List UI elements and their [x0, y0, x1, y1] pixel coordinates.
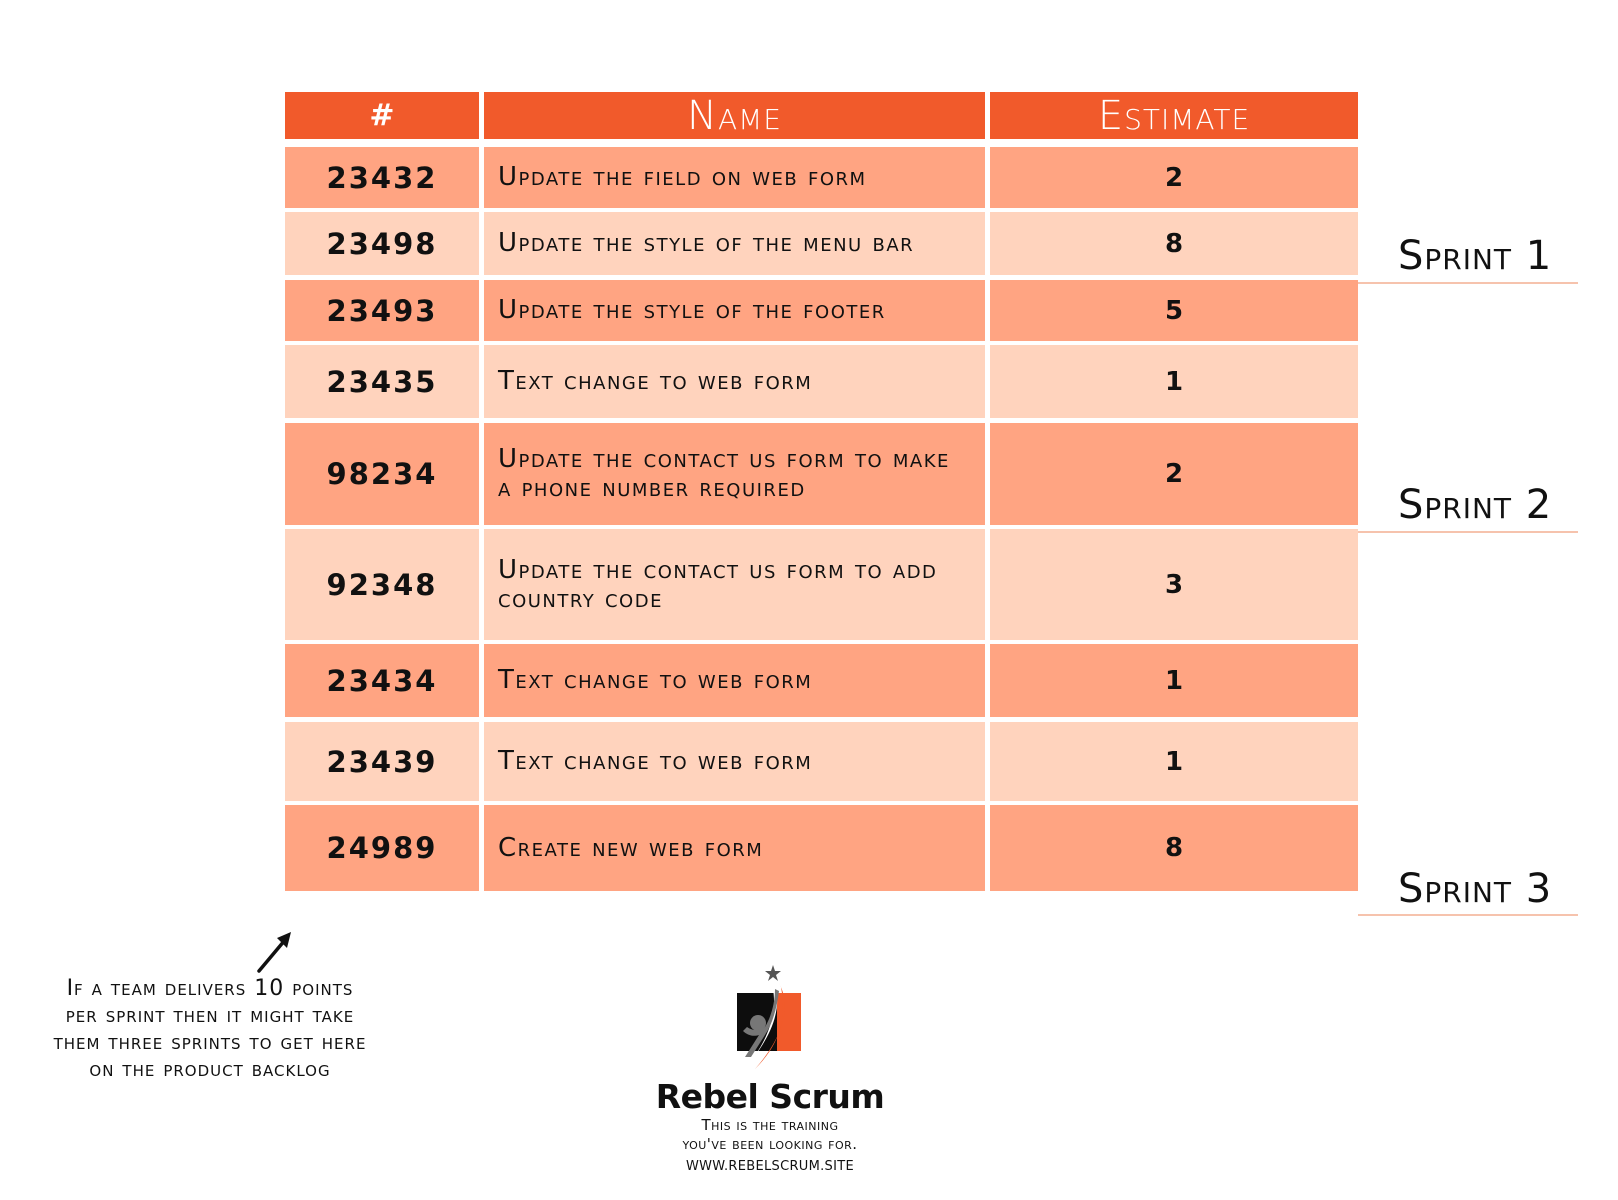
item-name: Text change to web form [498, 366, 813, 396]
item-id-cell: 98234 [285, 423, 479, 525]
velocity-annotation: If a team delivers 10 points per sprint … [53, 976, 367, 1082]
item-estimate: 1 [1164, 665, 1184, 696]
item-estimate-cell: 1 [990, 722, 1358, 801]
item-estimate: 1 [1164, 366, 1184, 397]
item-estimate: 2 [1164, 459, 1184, 489]
table-row: 23498 Update the style of the menu bar 8 [285, 212, 1358, 275]
item-estimate-cell: 8 [990, 212, 1358, 275]
item-id-cell: 23439 [285, 722, 479, 801]
website-link[interactable]: WWW.REBELSCRUM.SITE [640, 1159, 900, 1174]
item-estimate-cell: 3 [990, 529, 1358, 640]
item-name: Update the style of the menu bar [498, 228, 915, 258]
item-id-cell: 23432 [285, 147, 479, 208]
item-name: Update the contact us form to make a pho… [498, 444, 950, 503]
item-estimate-cell: 8 [990, 805, 1358, 891]
item-id: 23435 [326, 364, 438, 399]
item-id: 23432 [326, 160, 438, 195]
item-name: Update the field on web form [498, 162, 867, 192]
table-row: 98234 Update the contact us form to make … [285, 423, 1358, 525]
header-estimate: Estimate [990, 92, 1358, 139]
table-row: 92348 Update the contact us form to add c… [285, 529, 1358, 640]
sprint-2-divider [1358, 531, 1578, 533]
item-name-cell: Text change to web form [484, 345, 985, 418]
item-name-cell: Update the style of the footer [484, 280, 985, 341]
item-id: 23434 [326, 663, 438, 698]
item-estimate-cell: 1 [990, 644, 1358, 717]
item-id-cell: 92348 [285, 529, 479, 640]
item-estimate: 2 [1164, 162, 1184, 193]
item-estimate-cell: 2 [990, 147, 1358, 208]
item-name-cell: Update the contact us form to add countr… [484, 529, 985, 640]
item-estimate-cell: 5 [990, 280, 1358, 341]
item-id: 98234 [326, 457, 438, 491]
table-row: 23493 Update the style of the footer 5 [285, 280, 1358, 341]
brand-name: Rebel Scrum [655, 1077, 885, 1116]
sprint-1-divider [1358, 282, 1578, 284]
item-name-cell: Text change to web form [484, 722, 985, 801]
item-id-cell: 23435 [285, 345, 479, 418]
item-name: Text change to web form [498, 665, 813, 695]
item-name: Text change to web form [498, 746, 813, 776]
item-name: Update the contact us form to add countr… [498, 554, 938, 614]
item-estimate: 1 [1164, 746, 1184, 777]
item-name: Update the style of the footer [498, 295, 886, 325]
item-id: 23439 [326, 744, 438, 779]
tagline: This is the training you've been looking… [640, 1116, 900, 1154]
table-row: 23435 Text change to web form 1 [285, 345, 1358, 418]
item-name-cell: Create new web form [484, 805, 985, 891]
logo-mark-icon [737, 965, 801, 1069]
item-id: 24989 [326, 831, 438, 865]
item-estimate-cell: 1 [990, 345, 1358, 418]
item-name-cell: Update the field on web form [484, 147, 985, 208]
sprint-2-label: Sprint 2 [1398, 482, 1553, 528]
item-id-cell: 23498 [285, 212, 479, 275]
item-estimate: 3 [1164, 569, 1184, 600]
table-row: 23439 Text change to web form 1 [285, 722, 1358, 801]
item-estimate: 8 [1164, 833, 1184, 863]
item-id: 23498 [326, 226, 438, 261]
hash-icon: # [369, 98, 395, 133]
item-name-cell: Text change to web form [484, 644, 985, 717]
tagline-line-2: you've been looking for. [682, 1135, 858, 1153]
table-row: 23432 Update the field on web form 2 [285, 147, 1358, 208]
item-id: 23493 [326, 293, 438, 328]
item-id-cell: 23434 [285, 644, 479, 717]
sprint-3-label: Sprint 3 [1398, 866, 1553, 912]
item-name-cell: Update the style of the menu bar [484, 212, 985, 275]
item-estimate: 8 [1164, 228, 1184, 259]
item-estimate-cell: 2 [990, 423, 1358, 525]
header-name: Name [484, 92, 985, 139]
arrow-up-right-icon [257, 932, 291, 973]
item-id-cell: 23493 [285, 280, 479, 341]
item-name-cell: Update the contact us form to make a pho… [484, 423, 985, 525]
header-id: # [285, 92, 479, 139]
sprint-1-label: Sprint 1 [1398, 233, 1553, 279]
item-estimate: 5 [1164, 295, 1184, 326]
rebel-scrum-logo: Rebel Scrum This is the training you've … [640, 965, 900, 1174]
table-header-row: # Name Estimate [285, 92, 1358, 139]
table-row: 23434 Text change to web form 1 [285, 644, 1358, 717]
item-id: 92348 [326, 567, 438, 602]
item-name: Create new web form [498, 832, 764, 863]
tagline-line-1: This is the training [701, 1116, 839, 1134]
item-id-cell: 24989 [285, 805, 479, 891]
table-row: 24989 Create new web form 8 [285, 805, 1358, 891]
sprint-3-divider [1358, 914, 1578, 916]
